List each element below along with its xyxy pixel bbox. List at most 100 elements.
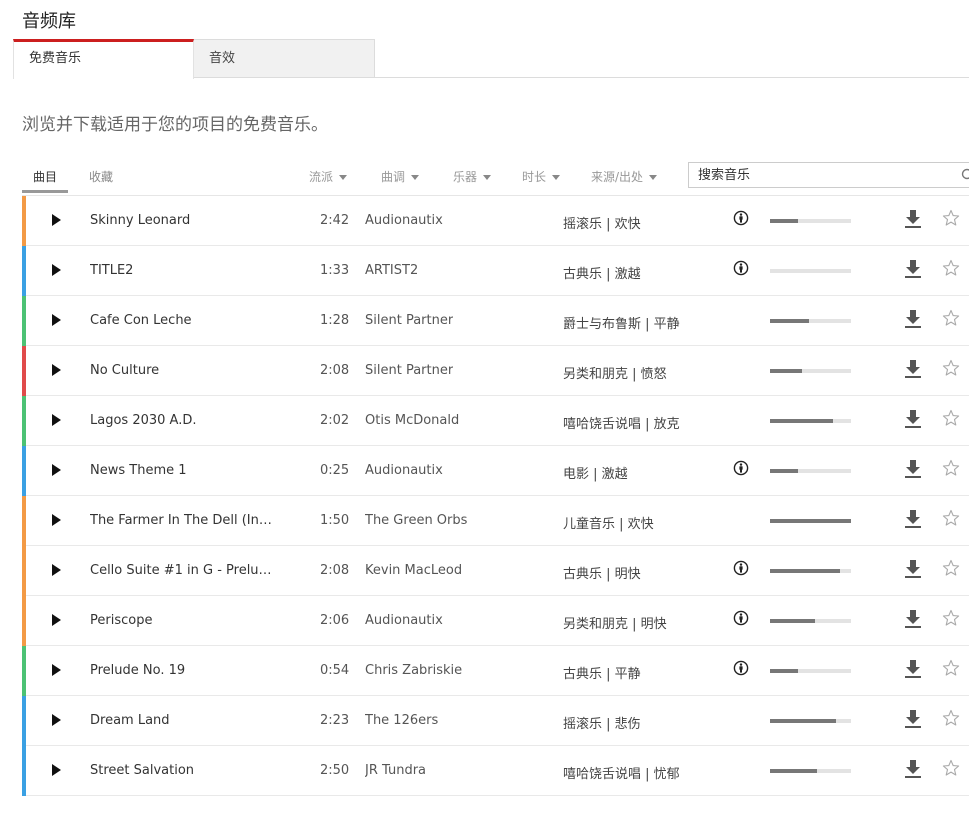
star-icon[interactable] xyxy=(942,209,960,227)
star-icon[interactable] xyxy=(942,359,960,377)
track-row[interactable]: Cafe Con Leche 1:28 Silent Partner 爵士与布鲁… xyxy=(22,296,969,346)
track-duration: 2:50 xyxy=(320,763,350,778)
star-icon[interactable] xyxy=(942,759,960,777)
tab-sound-effects[interactable]: 音效 xyxy=(193,39,375,78)
track-row[interactable]: Lagos 2030 A.D. 2:02 Otis McDonald 嘻哈饶舌说… xyxy=(22,396,969,446)
play-icon[interactable] xyxy=(52,414,61,426)
attribution-required-icon[interactable] xyxy=(733,210,749,226)
download-icon[interactable] xyxy=(904,459,922,479)
play-icon[interactable] xyxy=(52,714,61,726)
track-genre-mood: 电影 | 激越 xyxy=(563,467,628,482)
mood-filter[interactable]: 曲调 xyxy=(381,168,420,185)
duration-filter[interactable]: 时长 xyxy=(522,168,561,185)
attribution-required-icon[interactable] xyxy=(733,460,749,476)
genre-filter[interactable]: 流派 xyxy=(309,168,348,185)
download-icon[interactable] xyxy=(904,709,922,729)
genre-color-bar xyxy=(22,446,26,496)
popularity-bar xyxy=(770,569,851,573)
track-row[interactable]: Prelude No. 19 0:54 Chris Zabriskie 古典乐 … xyxy=(22,646,969,696)
track-row[interactable]: Periscope 2:06 Audionautix 另类和朋克 | 明快 xyxy=(22,596,969,646)
popularity-fill xyxy=(770,569,841,573)
star-icon[interactable] xyxy=(942,309,960,327)
track-duration: 2:02 xyxy=(320,413,350,428)
download-icon[interactable] xyxy=(904,359,922,379)
popularity-bar xyxy=(770,319,851,323)
download-icon[interactable] xyxy=(904,309,922,329)
instrument-filter[interactable]: 乐器 xyxy=(453,168,492,185)
track-genre-mood: 嘻哈饶舌说唱 | 放克 xyxy=(563,417,680,432)
play-icon[interactable] xyxy=(52,364,61,376)
play-icon[interactable] xyxy=(52,564,61,576)
star-icon[interactable] xyxy=(942,509,960,527)
download-icon[interactable] xyxy=(904,209,922,229)
track-title: Dream Land xyxy=(90,713,170,728)
popularity-bar xyxy=(770,519,851,523)
download-icon[interactable] xyxy=(904,409,922,429)
genre-color-bar xyxy=(22,296,26,346)
attribution-required-icon[interactable] xyxy=(733,260,749,276)
popularity-fill xyxy=(770,769,817,773)
play-icon[interactable] xyxy=(52,264,61,276)
track-row[interactable]: Skinny Leonard 2:42 Audionautix 摇滚乐 | 欢快 xyxy=(22,196,969,246)
track-genre-mood: 另类和朋克 | 明快 xyxy=(563,617,667,632)
popularity-bar xyxy=(770,719,851,723)
star-icon[interactable] xyxy=(942,709,960,727)
attribution-required-icon[interactable] xyxy=(733,610,749,626)
star-icon[interactable] xyxy=(942,609,960,627)
track-row[interactable]: The Farmer In The Dell (Instru... 1:50 T… xyxy=(22,496,969,546)
genre-color-bar xyxy=(22,746,26,796)
search-input[interactable] xyxy=(689,163,939,187)
star-icon[interactable] xyxy=(942,459,960,477)
popularity-bar xyxy=(770,219,851,223)
download-icon[interactable] xyxy=(904,259,922,279)
popularity-bar xyxy=(770,369,851,373)
track-title: News Theme 1 xyxy=(90,463,187,478)
track-artist: Audionautix xyxy=(365,613,443,628)
track-duration: 1:33 xyxy=(320,263,350,278)
tab-tracks[interactable]: 曲目 xyxy=(33,168,57,185)
track-title: Cafe Con Leche xyxy=(90,313,192,328)
play-icon[interactable] xyxy=(52,464,61,476)
play-icon[interactable] xyxy=(52,764,61,776)
track-row[interactable]: Street Salvation 2:50 JR Tundra 嘻哈饶舌说唱 |… xyxy=(22,746,969,796)
search-icon[interactable] xyxy=(961,168,969,182)
track-duration: 0:25 xyxy=(320,463,350,478)
chevron-down-icon xyxy=(552,175,561,180)
genre-color-bar xyxy=(22,246,26,296)
play-icon[interactable] xyxy=(52,314,61,326)
play-icon[interactable] xyxy=(52,614,61,626)
play-icon[interactable] xyxy=(52,664,61,676)
track-row[interactable]: No Culture 2:08 Silent Partner 另类和朋克 | 愤… xyxy=(22,346,969,396)
filter-bar: 曲目 收藏 流派 曲调 乐器 时长 来源/出处 xyxy=(22,160,969,196)
attribution-required-icon[interactable] xyxy=(733,660,749,676)
attribution-filter-label: 来源/出处 xyxy=(591,170,644,184)
download-icon[interactable] xyxy=(904,659,922,679)
track-genre-mood: 古典乐 | 激越 xyxy=(563,267,641,282)
track-duration: 0:54 xyxy=(320,663,350,678)
track-genre-mood: 古典乐 | 平静 xyxy=(563,667,641,682)
star-icon[interactable] xyxy=(942,409,960,427)
star-icon[interactable] xyxy=(942,259,960,277)
star-icon[interactable] xyxy=(942,559,960,577)
genre-color-bar xyxy=(22,196,26,246)
play-icon[interactable] xyxy=(52,514,61,526)
tab-free-music[interactable]: 免费音乐 xyxy=(13,39,194,79)
track-genre-mood: 摇滚乐 | 欢快 xyxy=(563,217,641,232)
track-row[interactable]: Dream Land 2:23 The 126ers 摇滚乐 | 悲伤 xyxy=(22,696,969,746)
tab-favorites[interactable]: 收藏 xyxy=(89,168,113,185)
track-row[interactable]: Cello Suite #1 in G - Prelude - ... 2:08… xyxy=(22,546,969,596)
download-icon[interactable] xyxy=(904,609,922,629)
attribution-required-icon[interactable] xyxy=(733,560,749,576)
popularity-bar xyxy=(770,469,851,473)
popularity-fill xyxy=(770,219,799,223)
download-icon[interactable] xyxy=(904,759,922,779)
download-icon[interactable] xyxy=(904,559,922,579)
attribution-filter[interactable]: 来源/出处 xyxy=(591,168,658,185)
track-genre-mood: 古典乐 | 明快 xyxy=(563,567,641,582)
track-title: Periscope xyxy=(90,613,153,628)
download-icon[interactable] xyxy=(904,509,922,529)
track-row[interactable]: TITLE2 1:33 ARTIST2 古典乐 | 激越 xyxy=(22,246,969,296)
track-row[interactable]: News Theme 1 0:25 Audionautix 电影 | 激越 xyxy=(22,446,969,496)
play-icon[interactable] xyxy=(52,214,61,226)
star-icon[interactable] xyxy=(942,659,960,677)
